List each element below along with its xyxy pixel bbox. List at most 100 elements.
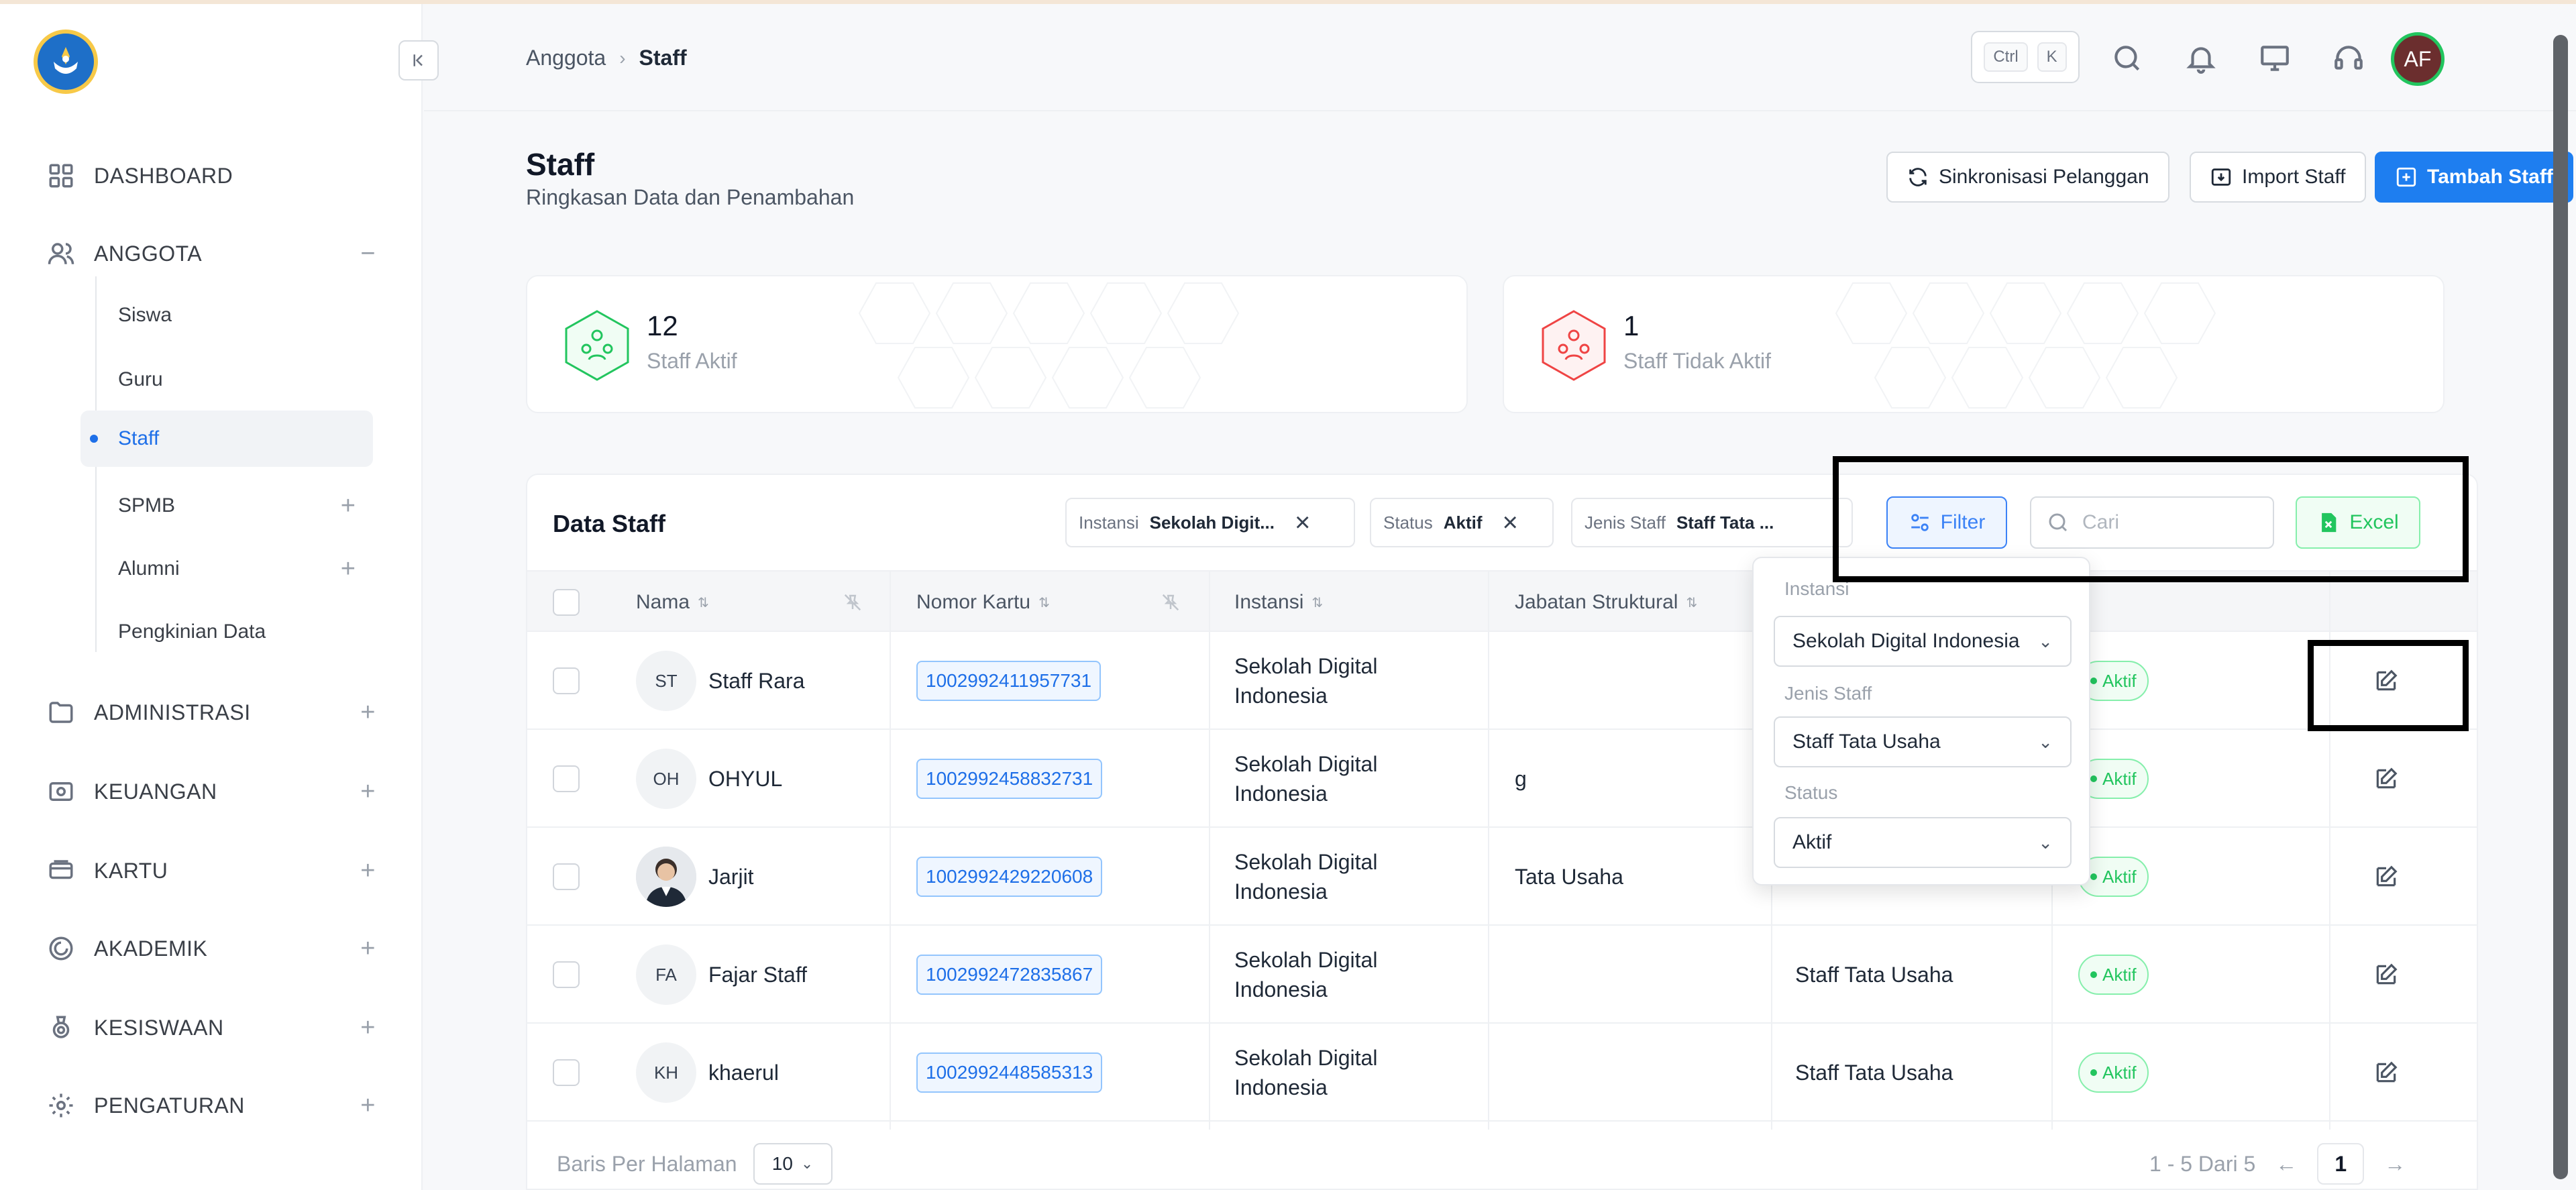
page-subtitle: Ringkasan Data dan Penambahan bbox=[526, 185, 855, 209]
instansi-text: Sekolah Digital bbox=[1234, 850, 1378, 874]
sidebar-item-kesiswaan[interactable]: KESISWAAN + bbox=[47, 1008, 376, 1048]
stat-value: 12 bbox=[647, 310, 678, 341]
sort-icon[interactable]: ⇅ bbox=[1038, 594, 1050, 611]
plus-icon[interactable]: + bbox=[341, 492, 356, 521]
filter-select-jenis-staff[interactable]: Staff Tata Usaha ⌄ bbox=[1774, 716, 2072, 767]
headset-icon[interactable] bbox=[2332, 42, 2365, 75]
sidebar-item-anggota[interactable]: ANGGOTA − bbox=[47, 233, 376, 274]
table-row[interactable]: KH khaerul 1002992448585313 Sekolah Digit… bbox=[527, 1024, 2477, 1122]
main-content: Staff Ringkasan Data dan Penambahan Sink… bbox=[424, 111, 2576, 1190]
sort-icon[interactable]: ⇅ bbox=[1311, 594, 1323, 611]
sidebar-subitem-alumni[interactable]: Alumni + bbox=[80, 541, 373, 597]
filter-select-status[interactable]: Aktif ⌄ bbox=[1774, 817, 2072, 868]
page-title: Staff bbox=[526, 147, 595, 182]
sidebar-item-kartu[interactable]: KARTU + bbox=[47, 851, 376, 891]
unpin-icon[interactable] bbox=[1161, 572, 1181, 633]
grid-icon bbox=[49, 164, 73, 188]
row-checkbox[interactable] bbox=[553, 667, 580, 694]
plus-icon[interactable]: + bbox=[360, 777, 376, 806]
plus-icon[interactable]: + bbox=[341, 555, 356, 584]
card-number[interactable]: 1002992411957731 bbox=[916, 661, 1102, 701]
sidebar-collapse-button[interactable] bbox=[398, 40, 439, 80]
row-checkbox[interactable] bbox=[553, 863, 580, 890]
breadcrumb-anggota[interactable]: Anggota bbox=[526, 46, 606, 70]
edit-icon[interactable] bbox=[2373, 730, 2399, 828]
sidebar-item-dashboard[interactable]: DASHBOARD bbox=[47, 156, 233, 196]
jabatan-text: g bbox=[1515, 767, 1527, 791]
edit-icon[interactable] bbox=[2373, 632, 2399, 730]
plus-icon[interactable]: + bbox=[360, 934, 376, 963]
sort-icon[interactable]: ⇅ bbox=[1686, 594, 1697, 611]
page-button[interactable]: 1 bbox=[2317, 1143, 2365, 1185]
close-icon[interactable]: × bbox=[1295, 508, 1310, 538]
export-excel-button[interactable]: Excel bbox=[2296, 496, 2420, 549]
row-checkbox[interactable] bbox=[553, 1059, 580, 1086]
sidebar-subitem-spmb[interactable]: SPMB + bbox=[80, 478, 373, 534]
plus-icon[interactable]: + bbox=[360, 1091, 376, 1120]
close-icon[interactable]: × bbox=[1503, 508, 1518, 538]
school-logo[interactable] bbox=[34, 30, 98, 94]
row-checkbox[interactable] bbox=[553, 765, 580, 792]
row-checkbox[interactable] bbox=[553, 961, 580, 988]
user-avatar[interactable]: AF bbox=[2391, 32, 2445, 86]
pagination-range: 1 - 5 Dari 5 bbox=[2149, 1151, 2256, 1176]
prev-page-arrow-icon[interactable]: ← bbox=[2275, 1152, 2297, 1177]
instansi-text: Sekolah Digital bbox=[1234, 752, 1378, 776]
minus-icon[interactable]: − bbox=[360, 239, 376, 268]
edit-icon[interactable] bbox=[2373, 1024, 2399, 1122]
filter-select-instansi[interactable]: Sekolah Digital Indonesia ⌄ bbox=[1774, 616, 2072, 667]
edit-icon[interactable] bbox=[2373, 828, 2399, 926]
top-header: Anggota › Staff Ctrl K AF bbox=[424, 4, 2576, 111]
card-number[interactable]: 1002992458832731 bbox=[916, 759, 1103, 799]
col-header-instansi[interactable]: Instansi ⇅ bbox=[1234, 572, 1323, 633]
search-box[interactable] bbox=[2030, 496, 2274, 549]
sidebar-subitem-pengkinian-data[interactable]: Pengkinian Data bbox=[80, 604, 373, 660]
sidebar-item-administrasi[interactable]: ADMINISTRASI + bbox=[47, 692, 376, 733]
filter-button[interactable]: Filter bbox=[1886, 496, 2007, 549]
rows-per-page-select[interactable]: 10 ⌄ bbox=[753, 1143, 833, 1185]
profile-photo bbox=[636, 847, 696, 907]
sidebar-subitem-siswa[interactable]: Siswa bbox=[80, 287, 373, 343]
col-header-nomor-kartu[interactable]: Nomor Kartu ⇅ bbox=[916, 572, 1050, 633]
filter-chip-jenis-staff[interactable]: Jenis Staff Staff Tata ... bbox=[1571, 498, 1853, 547]
select-all-checkbox[interactable] bbox=[553, 589, 580, 616]
table-row[interactable]: FA Fajar Staff 1002992472835867 Sekolah D… bbox=[527, 926, 2477, 1024]
sidebar-item-keuangan[interactable]: KEUANGAN + bbox=[47, 771, 376, 812]
table-title: Data Staff bbox=[553, 510, 666, 537]
next-page-arrow-icon[interactable]: → bbox=[2384, 1152, 2406, 1177]
sidebar-subitem-guru[interactable]: Guru bbox=[80, 351, 373, 408]
import-staff-button[interactable]: Import Staff bbox=[2190, 152, 2366, 203]
plus-icon[interactable]: + bbox=[360, 1014, 376, 1042]
filter-chip-status[interactable]: Status Aktif × bbox=[1370, 498, 1554, 547]
filter-chip-instansi[interactable]: Instansi Sekolah Digit... × bbox=[1065, 498, 1355, 547]
bell-icon[interactable] bbox=[2184, 42, 2218, 75]
vertical-scrollbar[interactable] bbox=[2553, 35, 2568, 1179]
search-input[interactable] bbox=[2082, 511, 2257, 534]
command-search-button[interactable]: Ctrl K bbox=[1971, 31, 2080, 83]
sidebar-subitem-staff[interactable]: Staff bbox=[80, 411, 373, 467]
instansi-text: Indonesia bbox=[1234, 781, 1328, 806]
card-number[interactable]: 1002992472835867 bbox=[916, 955, 1103, 995]
card-number[interactable]: 1002992429220608 bbox=[916, 857, 1103, 897]
sync-customers-button[interactable]: Sinkronisasi Pelanggan bbox=[1886, 152, 2169, 203]
plus-icon[interactable]: + bbox=[360, 698, 376, 727]
add-staff-button[interactable]: Tambah Staff bbox=[2375, 152, 2573, 203]
edit-icon[interactable] bbox=[2373, 926, 2399, 1024]
col-header-jabatan-struktural[interactable]: Jabatan Struktural ⇅ bbox=[1515, 572, 1697, 633]
table-header: Nama ⇅ Nomor Kartu ⇅ Instansi ⇅ Jabatan Str… bbox=[527, 570, 2477, 633]
sort-icon[interactable]: ⇅ bbox=[698, 594, 709, 611]
jabatan-text: Tata Usaha bbox=[1515, 865, 1623, 889]
search-icon[interactable] bbox=[2110, 42, 2144, 75]
unpin-icon[interactable] bbox=[843, 572, 863, 633]
table-row[interactable]: Jarjit 1002992429220608 Sekolah Digital I… bbox=[527, 828, 2477, 926]
users-icon bbox=[48, 243, 74, 264]
table-row[interactable]: OH OHYUL 1002992458832731 Sekolah Digital… bbox=[527, 730, 2477, 828]
card-number[interactable]: 1002992448585313 bbox=[916, 1052, 1103, 1093]
monitor-icon[interactable] bbox=[2258, 42, 2292, 75]
col-header-nama[interactable]: Nama ⇅ bbox=[636, 572, 709, 633]
sidebar-item-akademik[interactable]: AKADEMIK + bbox=[47, 928, 376, 969]
sidebar-item-pengaturan[interactable]: PENGATURAN + bbox=[47, 1085, 376, 1126]
badge-icon bbox=[52, 1016, 70, 1038]
table-row[interactable]: ST Staff Rara 1002992411957731 Sekolah Di… bbox=[527, 632, 2477, 730]
plus-icon[interactable]: + bbox=[360, 857, 376, 885]
